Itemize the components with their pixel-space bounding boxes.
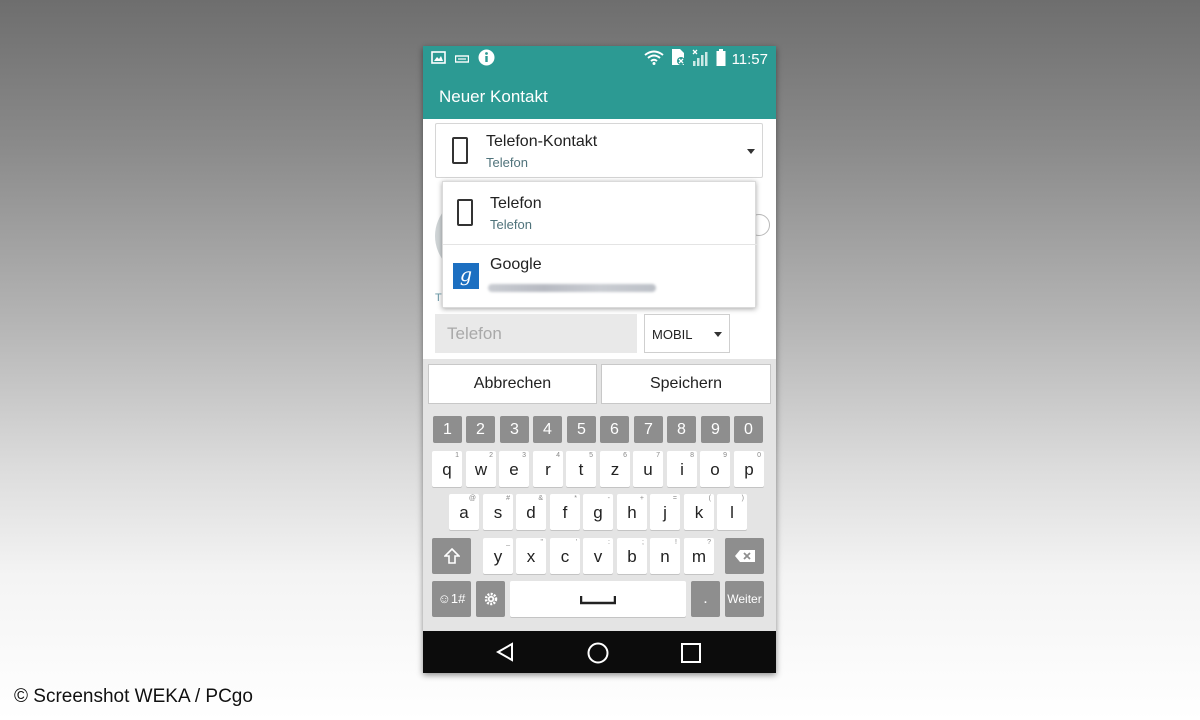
gear-icon bbox=[484, 592, 497, 606]
recent-apps-icon[interactable] bbox=[681, 643, 701, 668]
account-selector[interactable]: Telefon-Kontakt Telefon bbox=[435, 123, 763, 178]
action-bar: Abbrechen Speichern bbox=[423, 359, 776, 409]
key-w[interactable]: 2w bbox=[466, 451, 496, 487]
backspace-key[interactable] bbox=[725, 538, 764, 574]
key-z[interactable]: 6z bbox=[600, 451, 630, 487]
popup-item-google[interactable]: g Google bbox=[443, 245, 757, 308]
space-key[interactable] bbox=[510, 581, 686, 617]
phone-icon bbox=[452, 137, 468, 164]
space-icon bbox=[579, 596, 617, 605]
key-7[interactable]: 7 bbox=[634, 416, 663, 443]
key-2[interactable]: 2 bbox=[466, 416, 495, 443]
section-label: T bbox=[435, 292, 442, 304]
key-e[interactable]: 3e bbox=[499, 451, 529, 487]
copyright-watermark: © Screenshot WEKA / PCgo bbox=[14, 686, 253, 707]
enter-key[interactable]: Weiter bbox=[725, 581, 764, 617]
key-k[interactable]: (k bbox=[684, 494, 714, 530]
key-v[interactable]: :v bbox=[583, 538, 613, 574]
back-icon[interactable] bbox=[495, 642, 515, 667]
status-bar: 11:57 bbox=[423, 46, 776, 73]
phone-type-select[interactable]: MOBIL bbox=[644, 314, 730, 353]
info-icon bbox=[478, 49, 495, 71]
phone-input-placeholder: Telefon bbox=[447, 324, 502, 343]
key-6[interactable]: 6 bbox=[600, 416, 629, 443]
key-p[interactable]: 0p bbox=[734, 451, 764, 487]
shift-icon bbox=[442, 547, 461, 564]
status-time: 11:57 bbox=[731, 51, 768, 68]
settings-key[interactable] bbox=[476, 581, 505, 617]
keyboard: 1 2 3 4 5 6 7 8 9 0 1q 2w 3e 4r 5t 6z 7u… bbox=[423, 409, 776, 631]
navigation-bar bbox=[423, 631, 776, 673]
battery-icon bbox=[716, 48, 726, 71]
shift-key[interactable] bbox=[432, 538, 471, 574]
cancel-button[interactable]: Abbrechen bbox=[428, 364, 597, 404]
backspace-icon bbox=[734, 550, 755, 562]
key-9[interactable]: 9 bbox=[701, 416, 730, 443]
key-i[interactable]: 8i bbox=[667, 451, 697, 487]
phone-icon bbox=[457, 199, 473, 226]
google-icon: g bbox=[453, 263, 479, 289]
account-selector-subtitle: Telefon bbox=[486, 155, 528, 170]
key-4[interactable]: 4 bbox=[533, 416, 562, 443]
key-o[interactable]: 9o bbox=[700, 451, 730, 487]
key-m[interactable]: ? m bbox=[684, 538, 714, 574]
dropdown-arrow-icon bbox=[747, 149, 755, 154]
app-bar: Neuer Kontakt bbox=[423, 73, 776, 119]
popup-item-title: Google bbox=[490, 256, 542, 273]
key-y[interactable]: _ y bbox=[483, 538, 513, 574]
page-title: Neuer Kontakt bbox=[439, 87, 548, 106]
key-f[interactable]: * f bbox=[550, 494, 580, 530]
key-3[interactable]: 3 bbox=[500, 416, 529, 443]
key-u[interactable]: 7u bbox=[633, 451, 663, 487]
phone-number-input[interactable]: Telefon bbox=[435, 314, 637, 353]
key-x[interactable]: " x bbox=[516, 538, 546, 574]
key-8[interactable]: 8 bbox=[667, 416, 696, 443]
keyboard-icon bbox=[454, 51, 470, 69]
key-q[interactable]: 1q bbox=[432, 451, 462, 487]
key-h[interactable]: + h bbox=[617, 494, 647, 530]
home-icon[interactable] bbox=[587, 642, 609, 669]
key-b[interactable]: ; b bbox=[617, 538, 647, 574]
key-0[interactable]: 0 bbox=[734, 416, 763, 443]
popup-item-telefon[interactable]: Telefon Telefon bbox=[443, 182, 757, 245]
key-5[interactable]: 5 bbox=[567, 416, 596, 443]
key-1[interactable]: 1 bbox=[433, 416, 462, 443]
account-popup: Telefon Telefon g Google bbox=[442, 181, 757, 308]
key-r[interactable]: 4r bbox=[533, 451, 563, 487]
key-g[interactable]: -g bbox=[583, 494, 613, 530]
sim-card-icon bbox=[670, 48, 686, 71]
key-j[interactable]: = j bbox=[650, 494, 680, 530]
wifi-icon bbox=[643, 50, 664, 70]
dropdown-arrow-icon bbox=[714, 332, 722, 337]
signal-icon bbox=[692, 49, 710, 71]
image-icon bbox=[431, 50, 446, 69]
phone-screen: 11:57 Neuer Kontakt Telefon-Kontakt Tele… bbox=[423, 46, 776, 673]
account-selector-title: Telefon-Kontakt bbox=[486, 133, 598, 150]
symbols-key[interactable]: ☺1# bbox=[432, 581, 471, 617]
key-l[interactable]: ) l bbox=[717, 494, 747, 530]
key-t[interactable]: 5t bbox=[566, 451, 596, 487]
blurred-email bbox=[488, 284, 656, 292]
popup-item-title: Telefon bbox=[490, 195, 542, 212]
key-a[interactable]: @ a bbox=[449, 494, 479, 530]
key-c[interactable]: ' c bbox=[550, 538, 580, 574]
popup-item-subtitle: Telefon bbox=[490, 217, 532, 232]
key-s[interactable]: # s bbox=[483, 494, 513, 530]
key-d[interactable]: & d bbox=[516, 494, 546, 530]
save-button[interactable]: Speichern bbox=[601, 364, 771, 404]
key-n[interactable]: ! n bbox=[650, 538, 680, 574]
phone-type-value: MOBIL bbox=[652, 327, 693, 342]
period-key[interactable]: . bbox=[691, 581, 720, 617]
